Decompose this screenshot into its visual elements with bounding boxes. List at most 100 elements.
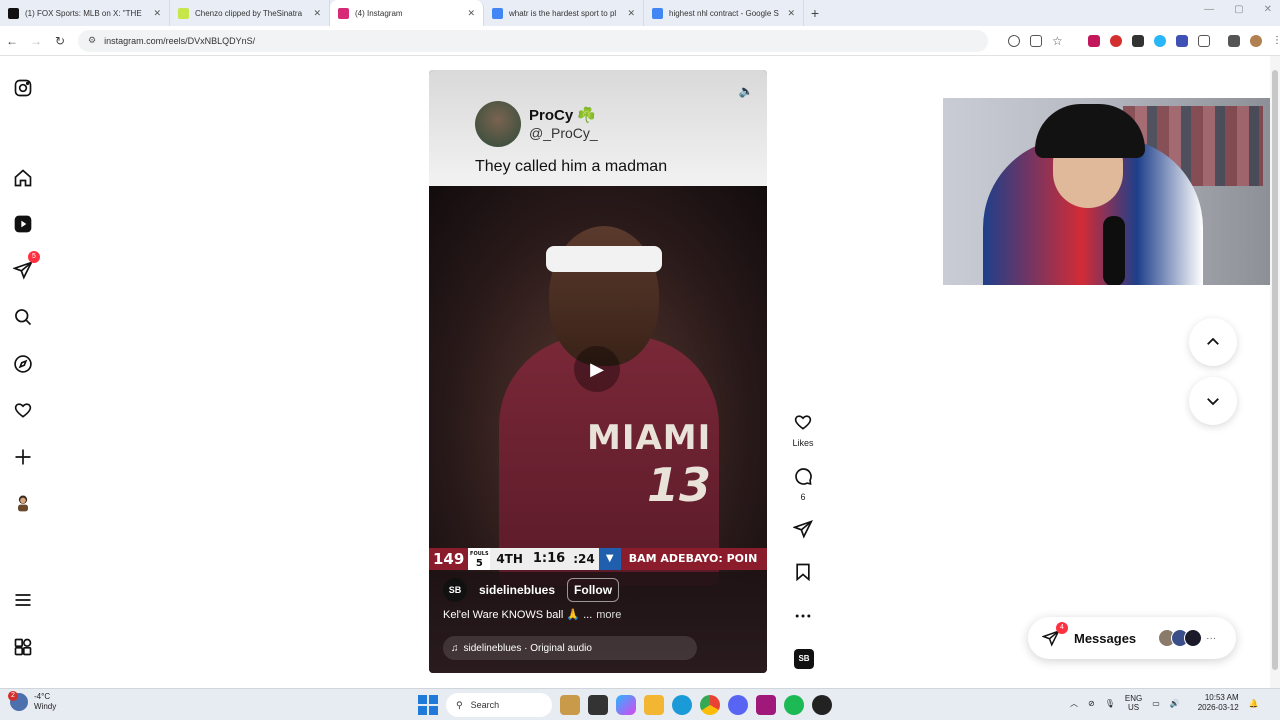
new-tab-button[interactable]: + <box>804 5 826 21</box>
share-button[interactable] <box>786 519 820 544</box>
browser-tab[interactable]: whatr is the hardest sport to pl ✕ <box>484 0 644 26</box>
maximize-icon[interactable]: ▢ <box>1234 4 1243 15</box>
messages-button[interactable]: 4 Messages ··· <box>1028 617 1236 659</box>
tab-favicon-icon <box>652 7 663 19</box>
file-explorer-icon[interactable] <box>644 695 664 715</box>
audio-thumbnail[interactable]: SB <box>794 649 814 669</box>
tab-close-icon[interactable]: ✕ <box>313 8 321 19</box>
weather-widget[interactable]: 2 -4°C Windy <box>8 691 56 712</box>
page-scrollbar-thumb[interactable] <box>1272 70 1278 670</box>
original-audio-link[interactable]: ♫ sidelineblues · Original audio <box>443 636 697 660</box>
browser-tab[interactable]: Chenzo clipped by TheSinatra ✕ <box>170 0 330 26</box>
install-app-icon[interactable] <box>1030 34 1042 47</box>
chrome-icon[interactable] <box>700 695 720 715</box>
tab-favicon-icon <box>492 7 503 19</box>
like-heart-icon <box>794 415 812 430</box>
site-info-icon[interactable]: ⚙ <box>88 35 96 46</box>
follow-button[interactable]: Follow <box>567 578 620 602</box>
more-link[interactable]: more <box>596 609 621 621</box>
explore-compass-icon[interactable] <box>12 353 34 375</box>
create-plus-icon[interactable] <box>12 446 34 468</box>
tab-close-icon[interactable]: ✕ <box>467 8 475 19</box>
window-controls: — ▢ ✕ <box>1204 4 1272 15</box>
tab-label: highest nhl contract - Google S <box>669 8 779 18</box>
reel-player[interactable]: ProCy ☘️ @_ProCy_ They called him a madm… <box>429 70 767 673</box>
chevron-down-icon <box>1207 398 1219 406</box>
tray-network-off-icon[interactable]: ⊘ <box>1088 699 1095 708</box>
next-reel-button[interactable] <box>1189 377 1237 425</box>
extension-red-icon[interactable] <box>1088 34 1100 47</box>
tab-label: whatr is the hardest sport to pl <box>509 8 617 18</box>
more-options-button[interactable] <box>786 606 820 631</box>
taskbar-clock[interactable]: 10:53 AM 2026-03-12 <box>1198 693 1239 713</box>
browser-menu-icon[interactable]: ⋮ <box>1272 35 1280 47</box>
instagram-logo-icon[interactable] <box>12 77 34 99</box>
extension-blue-icon[interactable] <box>1154 34 1166 47</box>
discord-icon[interactable] <box>728 695 748 715</box>
scorebug-player-text: BAM ADEBAYO: POIN <box>620 548 767 570</box>
extension-square-icon[interactable] <box>1132 34 1144 47</box>
tab-label: Chenzo clipped by TheSinatra <box>195 8 303 18</box>
more-menu-icon[interactable] <box>12 589 34 611</box>
minimize-icon[interactable]: — <box>1204 4 1214 15</box>
tab-close-icon[interactable]: ✕ <box>153 8 161 19</box>
messages-send-icon: 4 <box>1041 622 1068 647</box>
notifications-heart-icon[interactable] <box>12 399 34 421</box>
edge-icon[interactable] <box>672 695 692 715</box>
tray-display-icon[interactable]: ▭ <box>1152 699 1160 708</box>
streaming-app-icon[interactable] <box>756 695 776 715</box>
taskbar-search-label: Search <box>470 700 500 710</box>
browser-tab[interactable]: highest nhl contract - Google S ✕ <box>644 0 804 26</box>
reel-video[interactable]: MIAMI 13 ▶ 149 FOULS 5 4TH 1:16 :24 ▼ BA… <box>429 186 767 586</box>
tweet-author-handle: @_ProCy_ <box>529 125 598 141</box>
back-icon[interactable]: ← <box>0 34 24 48</box>
comment-button[interactable]: 6 <box>786 466 820 502</box>
profile-avatar-icon[interactable] <box>12 492 34 514</box>
start-button-icon[interactable] <box>418 695 438 715</box>
taskbar-app-icon[interactable] <box>560 695 580 715</box>
reading-list-icon[interactable] <box>1228 34 1240 47</box>
reel-author-name[interactable]: sidelineblues <box>479 583 555 597</box>
messages-label: Messages <box>1074 630 1137 646</box>
save-button[interactable] <box>786 562 820 587</box>
bookmark-star-icon[interactable]: ☆ <box>1052 35 1064 47</box>
chevron-up-icon <box>1207 337 1219 345</box>
task-view-icon[interactable] <box>588 695 608 715</box>
browser-tab[interactable]: (1) FOX Sports: MLB on X: "THE ✕ <box>0 0 170 26</box>
direct-messages-icon[interactable]: 5 <box>12 251 40 281</box>
more-dots-icon <box>795 614 811 618</box>
taskbar-search[interactable]: ⚲ Search <box>446 693 552 717</box>
like-button[interactable]: Likes <box>786 412 820 448</box>
notification-center-icon[interactable]: 🔔 <box>1249 699 1259 708</box>
extensions-puzzle-icon[interactable] <box>1198 34 1210 47</box>
zoom-icon[interactable] <box>1008 34 1020 47</box>
comment-bubble-icon <box>795 468 812 486</box>
home-icon[interactable] <box>12 167 34 189</box>
url-field[interactable]: ⚙ instagram.com/reels/DVxNBLQDYnS/ <box>78 29 988 52</box>
close-icon[interactable]: ✕ <box>1264 4 1272 15</box>
play-icon[interactable]: ▶ <box>574 346 620 392</box>
profile-avatar[interactable] <box>1250 34 1262 47</box>
volume-icon[interactable]: 🔈 <box>737 82 755 100</box>
reel-author-avatar[interactable]: SB <box>443 578 467 602</box>
also-from-meta-icon[interactable] <box>12 636 34 658</box>
extension-wave-icon[interactable] <box>1176 34 1188 47</box>
reload-icon[interactable]: ↻ <box>48 34 72 48</box>
forward-icon[interactable]: → <box>24 34 48 48</box>
player-headband <box>546 246 662 272</box>
tab-close-icon[interactable]: ✕ <box>787 8 795 19</box>
tray-mic-icon[interactable]: 🎙 <box>1105 699 1115 708</box>
previous-reel-button[interactable] <box>1189 318 1237 366</box>
input-language[interactable]: ENG US <box>1125 694 1142 712</box>
spotify-icon[interactable] <box>784 695 804 715</box>
tab-close-icon[interactable]: ✕ <box>627 8 635 19</box>
extension-clock-icon[interactable] <box>1110 34 1122 47</box>
copilot-icon[interactable] <box>616 695 636 715</box>
tray-volume-icon[interactable]: 🔊 <box>1170 699 1180 708</box>
page-scrollbar[interactable] <box>1270 56 1280 688</box>
search-icon[interactable] <box>12 306 34 328</box>
reels-icon[interactable] <box>12 213 34 235</box>
tray-overflow-icon[interactable]: ︿ <box>1070 698 1078 709</box>
obs-icon[interactable] <box>812 695 832 715</box>
browser-tab[interactable]: (4) Instagram ✕ <box>330 0 484 26</box>
